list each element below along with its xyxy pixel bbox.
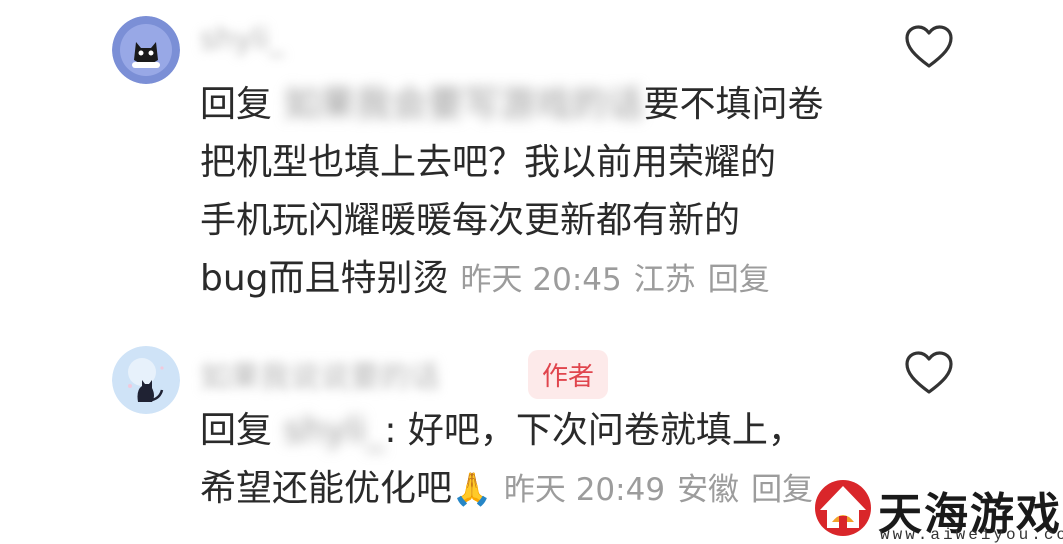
comment-item: shyli_ 回复 如果我会要写游戏的话要不填问卷 把机型也填上去吧？我以前用荣… bbox=[0, 0, 1063, 320]
mention[interactable]: 如果我会要写游戏的话 bbox=[283, 84, 643, 125]
username[interactable]: 如果我说说要的话 bbox=[200, 352, 440, 396]
comment-line-text: 要不填问卷 bbox=[643, 84, 824, 125]
comment-line-text: bug而且特别烫 bbox=[200, 258, 449, 299]
comment-line: 把机型也填上去吧？我以前用荣耀的 bbox=[200, 142, 777, 183]
comment-text: 回复 如果我会要写游戏的话要不填问卷 把机型也填上去吧？我以前用荣耀的 手机玩闪… bbox=[200, 76, 880, 309]
comment-line: 回复 shyli_: 好吧，下次问卷就填上， bbox=[200, 402, 1020, 460]
comment-meta: 昨天 20:49 安徽 回复 bbox=[504, 472, 825, 508]
like-heart-icon[interactable] bbox=[904, 350, 954, 396]
mention[interactable]: shyli_ bbox=[283, 410, 384, 451]
avatar[interactable] bbox=[112, 16, 180, 84]
reply-prefix: 回复 bbox=[200, 84, 273, 125]
location: 江苏 bbox=[633, 262, 696, 298]
author-badge: 作者 bbox=[528, 350, 609, 399]
reply-button[interactable]: 回复 bbox=[751, 472, 813, 508]
timestamp: 昨天 20:49 bbox=[503, 472, 666, 508]
comment-line-text: : 好吧，下次问卷就填上， bbox=[384, 410, 804, 451]
avatar[interactable] bbox=[112, 346, 180, 414]
location: 安徽 bbox=[677, 472, 740, 508]
username[interactable]: shyli_ bbox=[200, 22, 284, 57]
comment-line-text: 希望还能优化吧 bbox=[200, 468, 453, 509]
timestamp: 昨天 20:45 bbox=[460, 262, 622, 298]
emoji: 🙏 bbox=[452, 470, 492, 508]
watermark-logo-icon bbox=[812, 478, 874, 542]
reply-button[interactable]: 回复 bbox=[708, 262, 770, 298]
comment-line: 回复 如果我会要写游戏的话要不填问卷 bbox=[200, 76, 880, 134]
comment-line: bug而且特别烫 昨天 20:45 江苏 回复 bbox=[200, 250, 880, 309]
comment-line: 手机玩闪耀暖暖每次更新都有新的 bbox=[200, 200, 741, 241]
comment-meta: 昨天 20:45 江苏 回复 bbox=[461, 262, 782, 298]
like-heart-icon[interactable] bbox=[904, 24, 954, 70]
reply-prefix: 回复 bbox=[200, 410, 273, 451]
watermark-url: www.aiweiyou.com bbox=[880, 526, 1063, 544]
